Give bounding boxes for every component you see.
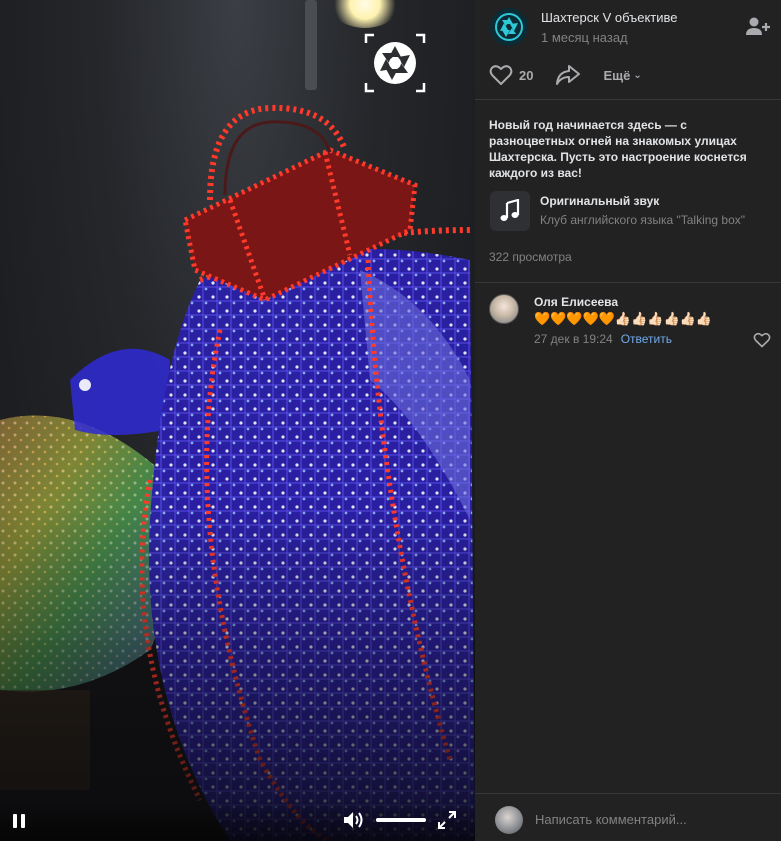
audio-title: Оригинальный звук [540,194,660,208]
video-player[interactable] [0,0,475,841]
comment-date: 27 дек в 19:24 [534,332,613,346]
post-description: Новый год начинается здесь — с разноцвет… [489,118,747,180]
comment-text: 🧡🧡🧡🧡🧡👍🏻👍🏻👍🏻👍🏻👍🏻👍🏻 [534,311,713,326]
comment-meta: 27 дек в 19:24 Ответить [534,332,672,346]
post-header: Шахтерск V объективе 1 месяц назад 20 Ещ… [475,0,781,100]
comment-composer [475,793,781,841]
comment-input[interactable] [535,808,765,830]
user-avatar [495,806,523,834]
comment-heart-icon[interactable] [753,332,771,348]
heart-icon [489,65,513,85]
channel-name[interactable]: Шахтерск V объективе [541,10,678,25]
pause-icon[interactable] [9,811,29,831]
divider [475,282,781,283]
comment-author-avatar[interactable] [489,294,519,324]
like-button[interactable]: 20 [489,64,533,86]
volume-slider[interactable] [376,818,426,822]
more-label: Ещё [603,67,631,83]
chevron-down-icon: ⌄ [633,69,642,81]
add-friend-icon[interactable] [745,16,771,38]
post-actions: 20 Ещё ⌄ [489,62,642,88]
audio-track[interactable]: Оригинальный звук Клуб английского языка… [490,190,775,232]
post-date: 1 месяц назад [541,30,628,45]
camera-shutter-icon [364,33,426,93]
fullscreen-icon[interactable] [436,809,458,831]
post-panel: Шахтерск V объективе 1 месяц назад 20 Ещ… [475,0,781,841]
like-count: 20 [519,67,534,83]
volume-slider-fill [376,818,426,822]
video-vignette [0,0,475,841]
reply-button[interactable]: Ответить [621,332,672,346]
comment-item: Оля Елисеева 🧡🧡🧡🧡🧡👍🏻👍🏻👍🏻👍🏻👍🏻👍🏻 27 дек в … [489,294,774,350]
more-button[interactable]: Ещё ⌄ [603,68,641,83]
share-icon [556,65,581,85]
channel-avatar[interactable] [490,8,528,46]
audio-artist: Клуб английского языка "Talking box" [540,213,746,227]
comment-author[interactable]: Оля Елисеева [534,295,618,309]
volume-icon[interactable] [342,809,366,831]
view-count: 322 просмотра [489,250,572,264]
music-note-icon [490,191,530,231]
share-button[interactable] [555,64,581,86]
video-controls-bar [0,799,475,841]
